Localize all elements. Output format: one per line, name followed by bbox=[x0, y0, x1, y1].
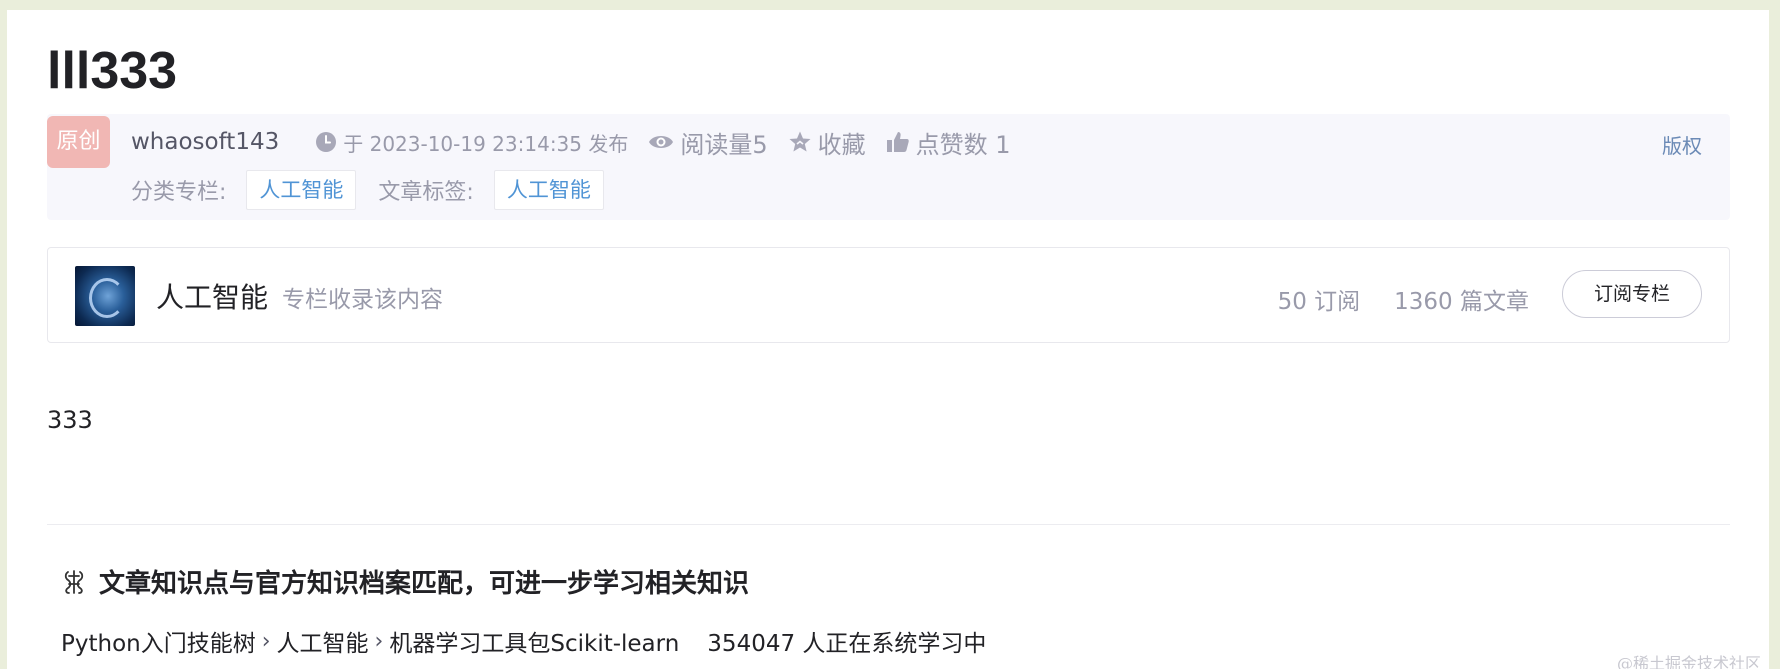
original-badge: 原创 bbox=[47, 116, 110, 168]
publish-time-text: 于 2023-10-19 23:14:35 发布 bbox=[343, 131, 629, 156]
column-cover-graphic bbox=[89, 278, 125, 318]
column-cover-image[interactable] bbox=[75, 266, 135, 326]
column-article-count: 1360 篇文章 bbox=[1394, 289, 1529, 315]
article-page: lll333 原创 whaosoft143 于 2023-10-19 23:14… bbox=[7, 10, 1769, 669]
column-card[interactable]: 人工智能 专栏收录该内容 50 订阅 1360 篇文章 订阅专栏 bbox=[47, 247, 1730, 343]
article-meta-box: 原创 whaosoft143 于 2023-10-19 23:14:35 发布 … bbox=[47, 114, 1730, 220]
article-content: 333 bbox=[47, 406, 93, 434]
column-desc: 专栏收录该内容 bbox=[282, 287, 443, 313]
column-name[interactable]: 人工智能 bbox=[156, 276, 268, 316]
skill-path-item[interactable]: 机器学习工具包Scikit-learn bbox=[389, 624, 679, 658]
column-subscribers: 50 订阅 bbox=[1277, 289, 1361, 315]
favorite-button[interactable]: 收藏 bbox=[788, 125, 866, 160]
content-divider bbox=[47, 524, 1730, 525]
subscribe-column-button[interactable]: 订阅专栏 bbox=[1562, 270, 1702, 318]
learners-count: 354047 人正在系统学习中 bbox=[707, 631, 987, 657]
eye-icon bbox=[649, 136, 674, 148]
chevron-right-icon: › bbox=[374, 628, 384, 654]
meta-tags-row: 分类专栏: 人工智能 文章标签: 人工智能 bbox=[131, 170, 626, 210]
meta-info-row: whaosoft143 于 2023-10-19 23:14:35 发布 阅读量… bbox=[131, 124, 1031, 160]
publish-time: 于 2023-10-19 23:14:35 发布 bbox=[315, 128, 628, 157]
author-name[interactable]: whaosoft143 bbox=[131, 129, 279, 155]
like-button[interactable]: 点赞数 1 bbox=[886, 125, 1011, 160]
skill-path-item[interactable]: Python入门技能树 bbox=[61, 624, 256, 658]
knowledge-icon bbox=[64, 569, 84, 594]
read-count: 阅读量5 bbox=[648, 125, 768, 160]
article-tag[interactable]: 人工智能 bbox=[493, 170, 604, 210]
category-label: 分类专栏: bbox=[131, 180, 227, 205]
article-title: lll333 bbox=[47, 42, 178, 100]
thumb-up-icon bbox=[886, 132, 909, 152]
star-icon bbox=[789, 131, 811, 152]
like-count-text: 点赞数 1 bbox=[915, 130, 1011, 159]
tags-label: 文章标签: bbox=[378, 180, 474, 205]
category-tag[interactable]: 人工智能 bbox=[246, 170, 357, 210]
copyright-link[interactable]: 版权 bbox=[1662, 130, 1702, 159]
read-count-text: 阅读量5 bbox=[680, 130, 768, 159]
clock-icon bbox=[316, 132, 337, 152]
skill-tree-path: Python入门技能树 › 人工智能 › 机器学习工具包Scikit-learn… bbox=[61, 624, 986, 658]
favorite-label: 收藏 bbox=[817, 130, 866, 159]
chevron-right-icon: › bbox=[261, 628, 271, 654]
knowledge-title: 文章知识点与官方知识档案匹配，可进一步学习相关知识 bbox=[61, 563, 749, 600]
column-stats: 50 订阅 1360 篇文章 bbox=[1244, 282, 1529, 316]
knowledge-title-text: 文章知识点与官方知识档案匹配，可进一步学习相关知识 bbox=[99, 569, 750, 599]
watermark: @稀土掘金技术社区 bbox=[1616, 654, 1761, 669]
skill-path-item[interactable]: 人工智能 bbox=[277, 624, 369, 658]
